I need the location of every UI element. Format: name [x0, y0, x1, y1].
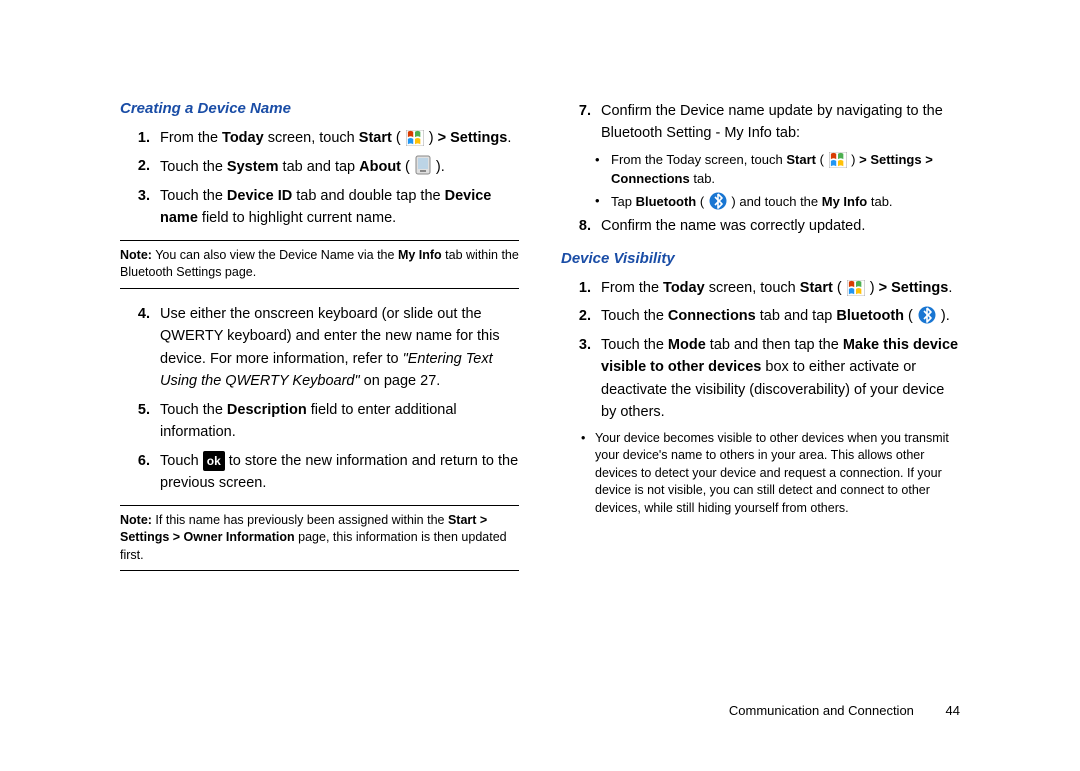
- windows-flag-icon: [847, 280, 865, 296]
- heading-device-visibility: Device Visibility: [561, 250, 960, 267]
- dv-step-2: 2. Touch the Connections tab and tap Blu…: [561, 305, 960, 327]
- step-8: 8. Confirm the name was correctly update…: [561, 215, 960, 237]
- step-2: 2. Touch the System tab and tap About ( …: [120, 155, 519, 178]
- right-column: 7. Confirm the Device name update by nav…: [561, 100, 960, 585]
- windows-flag-icon: [829, 152, 847, 168]
- dv-step-3: 3. Touch the Mode tab and then tap the M…: [561, 334, 960, 424]
- device-icon: [415, 155, 431, 175]
- page-footer: Communication and Connection 44: [729, 703, 960, 718]
- step-7: 7. Confirm the Device name update by nav…: [561, 100, 960, 145]
- note-box-2: Note: If this name has previously been a…: [120, 505, 519, 572]
- bullet-from-today: • From the Today screen, touch Start ( )…: [595, 151, 960, 189]
- bluetooth-icon: [918, 306, 936, 324]
- page-number: 44: [946, 703, 960, 718]
- step-5: 5. Touch the Description field to enter …: [120, 399, 519, 444]
- step-3: 3. Touch the Device ID tab and double ta…: [120, 185, 519, 230]
- step-6: 6. Touch ok to store the new information…: [120, 450, 519, 495]
- dv-step-1: 1. From the Today screen, touch Start ( …: [561, 277, 960, 299]
- heading-creating-device-name: Creating a Device Name: [120, 100, 519, 117]
- step-4: 4. Use either the onscreen keyboard (or …: [120, 303, 519, 393]
- ok-icon: ok: [203, 451, 225, 472]
- bluetooth-icon: [709, 192, 727, 210]
- left-column: Creating a Device Name 1. From the Today…: [120, 100, 519, 585]
- document-page: Creating a Device Name 1. From the Today…: [120, 100, 960, 720]
- bullet-tap-bluetooth: • Tap Bluetooth ( ) and touch the My Inf…: [595, 192, 960, 212]
- note-box-1: Note: You can also view the Device Name …: [120, 240, 519, 289]
- windows-flag-icon: [406, 130, 424, 146]
- footer-section: Communication and Connection: [729, 703, 914, 718]
- dv-note-bullet: • Your device becomes visible to other d…: [581, 430, 960, 518]
- step-1: 1. From the Today screen, touch Start ( …: [120, 127, 519, 149]
